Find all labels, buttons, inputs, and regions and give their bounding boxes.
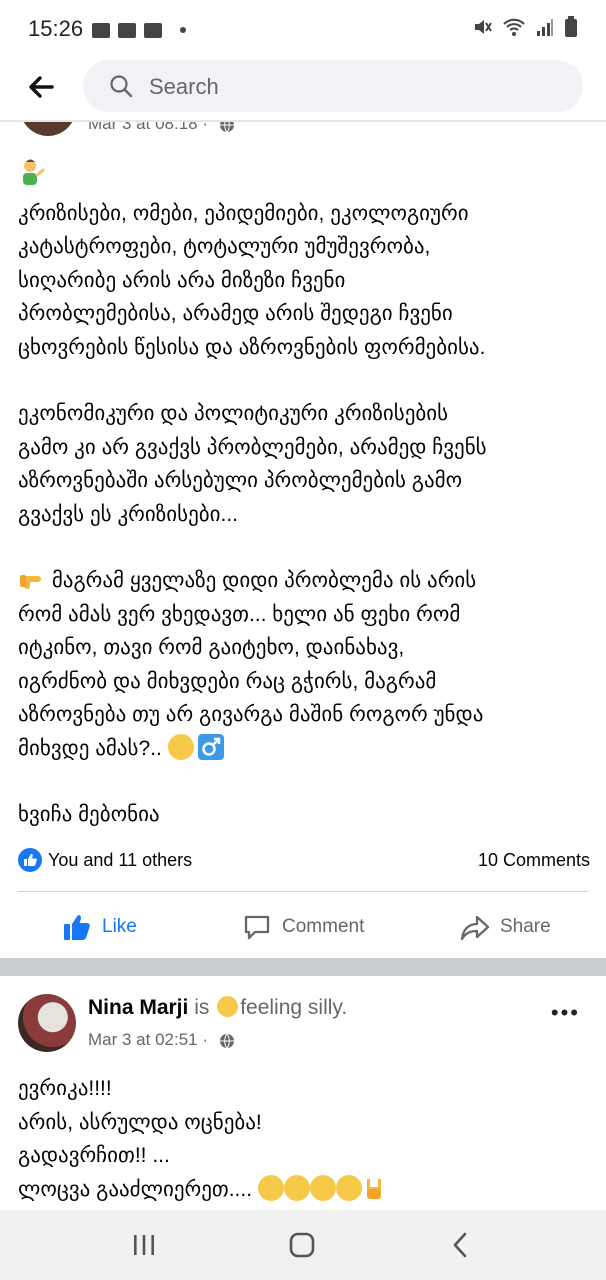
text-line: გამო კი არ გვაქვს პრობლემები, არამედ ჩვე… bbox=[18, 435, 487, 459]
battery-icon bbox=[565, 16, 577, 37]
youtube-icon bbox=[144, 22, 162, 38]
post1-date[interactable]: Mar 3 at 08:18 · bbox=[88, 122, 235, 134]
post2-date[interactable]: Mar 3 at 02:51 · bbox=[88, 1030, 235, 1050]
winking-face-emoji-icon bbox=[335, 1174, 362, 1201]
text-line: გვაქვს ეს კრიზისები... bbox=[18, 502, 238, 526]
youtube-icon bbox=[118, 22, 136, 38]
text-line: გადავრჩით!! ... bbox=[18, 1144, 170, 1167]
emoji-line bbox=[18, 158, 590, 197]
back-arrow-icon[interactable] bbox=[26, 72, 56, 102]
grinning-face-emoji-icon bbox=[257, 1174, 284, 1201]
recent-apps-icon bbox=[134, 1235, 154, 1255]
search-input[interactable] bbox=[147, 60, 571, 114]
gallery-icon bbox=[92, 22, 110, 38]
status-bar: 15:26 bbox=[0, 0, 606, 58]
comments-count-link[interactable]: 10 Comments bbox=[478, 850, 590, 871]
pointing-right-emoji-icon bbox=[20, 575, 41, 589]
post1-text: კრიზისები, ომები, ეპიდემიები, ეკოლოგიური… bbox=[18, 158, 590, 832]
text-line: მიხვდე ამას?.. bbox=[18, 736, 168, 760]
search-icon bbox=[110, 75, 133, 98]
text-line: აზროვნება თუ არ გივარგა მაშინ როგორ უნდა bbox=[18, 703, 484, 726]
text-line: იტკინო, თავი რომ გაიტეხო, დაინახავ, bbox=[18, 636, 405, 659]
rock-on-hand-emoji-icon bbox=[366, 1178, 381, 1199]
text-line: სიღარიბე არის არა მიზეზი ჩვენი bbox=[18, 268, 346, 292]
home-icon bbox=[289, 1232, 315, 1258]
text-line-with-emojis: ლოცვა გააძლიერეთ.... bbox=[18, 1173, 588, 1207]
post1-date-text: Mar 3 at 08:18 · bbox=[88, 122, 209, 133]
text-line: ლოცვა გააძლიერეთ.... bbox=[18, 1177, 258, 1201]
text-line: ევრიკა!!!! bbox=[18, 1077, 112, 1100]
share-button[interactable]: Share bbox=[460, 912, 551, 942]
comment-icon bbox=[244, 915, 270, 940]
text-line: არის, ასრულდა ოცნება! bbox=[18, 1110, 262, 1134]
status-time: 15:26 bbox=[28, 16, 84, 41]
reactions-count-link[interactable]: You and 11 others bbox=[48, 850, 192, 871]
text-line: რომ ამას ვერ ვხედავთ... ხელი ან ფეხი რომ bbox=[18, 602, 461, 626]
more-options-icon[interactable]: ••• bbox=[551, 1000, 580, 1026]
search-bar[interactable] bbox=[83, 60, 583, 114]
paragraph-1: კრიზისები, ომები, ეპიდემიები, ეკოლოგიური… bbox=[18, 197, 590, 365]
post1-header-partial: Mar 3 at 08:18 · bbox=[0, 122, 606, 142]
text-line: ეკონომიკური და პოლიტიკური კრიზისების bbox=[18, 402, 449, 425]
text-line: აზროვნებაში არსებული პრობლემების გამო bbox=[18, 469, 463, 492]
comment-label: Comment bbox=[282, 916, 365, 937]
text-line: კრიზისები, ომები, ეპიდემიები, ეკოლოგიური bbox=[18, 201, 469, 225]
top-header bbox=[0, 58, 606, 120]
grinning-face-emoji-icon bbox=[283, 1174, 310, 1201]
comment-button[interactable]: Comment bbox=[242, 912, 364, 942]
author-name-link[interactable]: Nina Marji bbox=[88, 996, 188, 1019]
feed-separator bbox=[0, 958, 606, 976]
silly-face-emoji-icon bbox=[217, 996, 239, 1017]
back-chevron-icon bbox=[453, 1232, 467, 1258]
globe-icon bbox=[219, 122, 234, 132]
share-icon bbox=[460, 915, 490, 941]
like-button[interactable]: Like bbox=[62, 912, 137, 942]
post2: Nina Marji is feeling silly. Mar 3 at 02… bbox=[0, 976, 606, 1210]
back-button[interactable] bbox=[440, 1230, 480, 1260]
post2-author-line: Nina Marji is feeling silly. bbox=[88, 996, 347, 1020]
more-notifications-icon bbox=[180, 27, 186, 33]
paragraph-2: ეკონომიკური და პოლიტიკური კრიზისების გამ… bbox=[18, 397, 590, 531]
reactions-bar: You and 11 others 10 Comments bbox=[18, 846, 590, 876]
post1-signature: ხვიჩა მებონია bbox=[18, 803, 160, 826]
feeling-text: feeling silly. bbox=[240, 996, 348, 1019]
post2-date-text: Mar 3 at 02:51 · bbox=[88, 1030, 209, 1049]
recent-apps-button[interactable] bbox=[124, 1230, 164, 1260]
share-label: Share bbox=[500, 916, 551, 937]
avatar[interactable] bbox=[20, 122, 76, 136]
thumbs-up-icon bbox=[64, 915, 90, 940]
system-icons bbox=[472, 16, 578, 38]
paragraph-3: მაგრამ ყველაზე დიდი პრობლემა ის არის რომ… bbox=[18, 564, 590, 765]
text-line: მაგრამ ყველაზე დიდი პრობლემა ის არის bbox=[46, 569, 477, 592]
home-button[interactable] bbox=[282, 1230, 322, 1260]
text-line: პრობლემებისა, არამედ არის შედეგი ჩვენი bbox=[18, 302, 453, 325]
post1-actions: Like Comment Share bbox=[0, 892, 606, 958]
avatar[interactable] bbox=[18, 994, 76, 1052]
text-line: იგრძნობ და მიხვდები რაც გჭირს, მაგრამ bbox=[18, 669, 437, 693]
grinning-face-emoji-icon bbox=[309, 1174, 336, 1201]
system-nav-bar bbox=[0, 1210, 606, 1280]
globe-icon bbox=[219, 1033, 234, 1048]
person-tipping-hand-emoji-icon bbox=[23, 159, 45, 185]
winking-face-emoji-icon bbox=[167, 733, 194, 760]
wifi-icon bbox=[503, 18, 525, 36]
like-reaction-icon bbox=[18, 848, 42, 872]
post2-text: ევრიკა!!!! არის, ასრულდა ოცნება! გადავრჩ… bbox=[18, 1072, 588, 1206]
text-line: კატასტროფები, ტოტალური უმუშევრობა, bbox=[18, 235, 431, 258]
mute-icon bbox=[475, 20, 492, 34]
male-sign-emoji-icon bbox=[197, 733, 224, 760]
like-label: Like bbox=[102, 916, 137, 937]
is-text: is bbox=[188, 996, 216, 1019]
signal-icon bbox=[537, 19, 553, 36]
text-line: ცხოვრების წესისა და აზროვნების ფორმებისა… bbox=[18, 335, 486, 359]
notification-icons bbox=[92, 20, 186, 40]
